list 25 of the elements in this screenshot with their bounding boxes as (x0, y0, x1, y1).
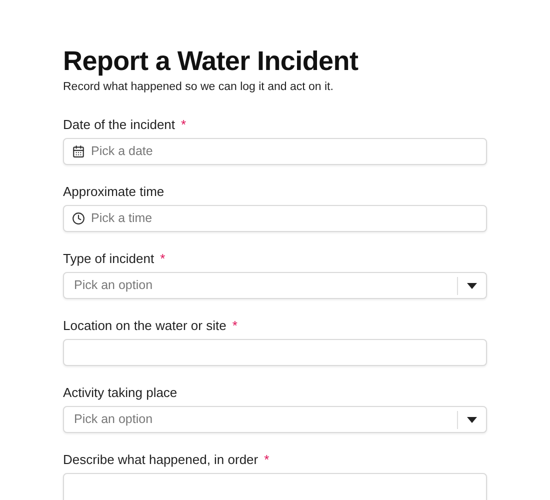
field-placeholder: Pick a date (91, 143, 154, 160)
time-field[interactable]: Pick a time (63, 205, 487, 232)
select-placeholder: Pick an option (73, 277, 154, 294)
field-placeholder: Pick a time (91, 210, 154, 228)
date-field[interactable]: Pick a date (63, 138, 487, 166)
required-mark: * (264, 450, 270, 468)
required-mark: * (160, 250, 166, 268)
required-mark: * (232, 316, 238, 334)
calendar-icon (72, 145, 85, 158)
input-field[interactable] (63, 339, 487, 366)
required-mark: * (181, 116, 186, 134)
field-label: Activity taking place (63, 384, 178, 402)
field-label: Type of incident (63, 250, 154, 268)
select-field[interactable]: Pick an option (63, 406, 487, 434)
field-label: Location on the water or site (63, 316, 226, 334)
clock-icon (72, 212, 85, 226)
field-label: Describe what happened, in order (63, 450, 258, 469)
caret-icon (467, 282, 477, 289)
caret-icon (467, 416, 477, 423)
field-label: Date of the incident (63, 116, 176, 134)
select-placeholder: Pick an option (73, 411, 154, 428)
field-label: Approximate time (63, 182, 164, 201)
page-title: Report a Water Incident (63, 45, 360, 78)
select-field[interactable]: Pick an option (63, 272, 487, 300)
page-subtitle: Record what happened so we can log it and act on it. (63, 80, 334, 95)
